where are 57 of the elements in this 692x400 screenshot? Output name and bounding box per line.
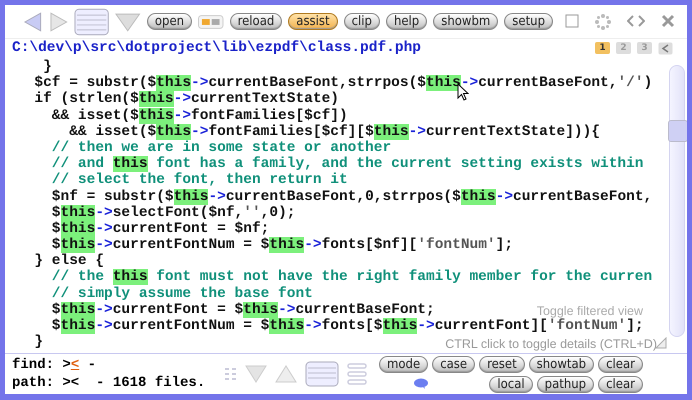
code-line: // select the font, then return it: [50, 172, 348, 188]
back-icon[interactable]: [658, 42, 673, 54]
footer-button[interactable]: reset: [479, 356, 525, 372]
code-line: // then we are in some state or another: [50, 140, 392, 156]
forward-arrow-icon[interactable]: [48, 10, 68, 32]
code-line: $this->currentFont = $nf;: [50, 220, 270, 237]
toolbar-button[interactable]: reload: [230, 13, 282, 30]
file-path: C:\dev\p\src\dotproject\lib\ezpdf\class.pdf.php: [12, 40, 422, 56]
code-line: $this->currentFont = $this->currentBaseFont;: [50, 302, 435, 318]
scrollbar-thumb[interactable]: [668, 120, 687, 142]
code-line: }: [33, 334, 44, 350]
text-caret: <: [70, 357, 80, 373]
toolbar-button[interactable]: setup: [504, 13, 554, 30]
code-line: $this->selectFont($nf,'',0);: [50, 204, 296, 221]
list-icon[interactable]: [305, 361, 339, 387]
code-line: $this->currentFontNum = $this->fonts[$nf]['fontNum'];: [50, 237, 514, 254]
dotted-grid-icon[interactable]: [225, 367, 237, 381]
code-line: }: [42, 59, 52, 75]
footer-button[interactable]: mode: [379, 356, 428, 372]
toolbar-button[interactable]: help: [386, 13, 428, 30]
toolbar-button[interactable]: clip: [344, 13, 380, 30]
toolbar-button[interactable]: assist: [288, 13, 338, 30]
code-line: $cf = substr($this->currentBaseFont,strrpos($this->currentBaseFont,'/'): [33, 75, 652, 92]
settings-icon[interactable]: [595, 14, 612, 30]
window-icon[interactable]: [565, 14, 580, 28]
path-status: path: >< - 1618 files.: [12, 374, 206, 392]
page-tab[interactable]: 1: [595, 42, 610, 54]
speech-bubble-icon[interactable]: [413, 378, 429, 390]
up-triangle-icon[interactable]: [275, 365, 297, 383]
code-line: } else {: [33, 253, 104, 270]
code-line: && isset($this->fontFamilies[$cf]): [50, 108, 348, 124]
footer-button[interactable]: clear: [598, 356, 643, 372]
toolbar-button[interactable]: showbm: [433, 13, 498, 30]
down-triangle-icon[interactable]: [245, 365, 267, 383]
code-line: if (strlen($this->currentTextState): [33, 91, 339, 108]
footer-button[interactable]: clear: [598, 376, 643, 392]
code-line: $this->currentFontNum = $this->fonts[$this->currentFont]['fontNum'];: [50, 318, 644, 334]
funnel-icon[interactable]: [115, 12, 141, 32]
resize-grip-icon[interactable]: [655, 337, 667, 349]
list-icon[interactable]: [74, 8, 110, 36]
close-icon[interactable]: [661, 14, 676, 28]
footer-button[interactable]: showtab: [528, 356, 594, 372]
back-arrow-icon[interactable]: [23, 10, 43, 32]
find-field[interactable]: find: >< -: [12, 356, 217, 374]
layout-toggle-icon[interactable]: [198, 14, 224, 28]
code-line: // the this font must not have the right family member for the curren: [50, 269, 652, 286]
footer-button[interactable]: case: [432, 356, 476, 372]
footer-button[interactable]: pathup: [536, 376, 594, 392]
menu-icon[interactable]: [347, 362, 367, 386]
code-line: $nf = substr($this->currentBaseFont,0,strrpos($this->currentBaseFont,: [50, 188, 652, 205]
toolbar-button[interactable]: open: [146, 13, 192, 30]
code-line: // simply assume the base font: [50, 286, 313, 302]
code-line: && isset($this->fontFamilies[$cf][$this->currentTextState])){: [68, 124, 600, 140]
scrollbar[interactable]: [669, 65, 685, 337]
footer-button[interactable]: local: [489, 376, 533, 392]
code-line: // and this font has a family, and the current setting exists within: [50, 156, 644, 172]
code-icon[interactable]: [627, 14, 646, 28]
